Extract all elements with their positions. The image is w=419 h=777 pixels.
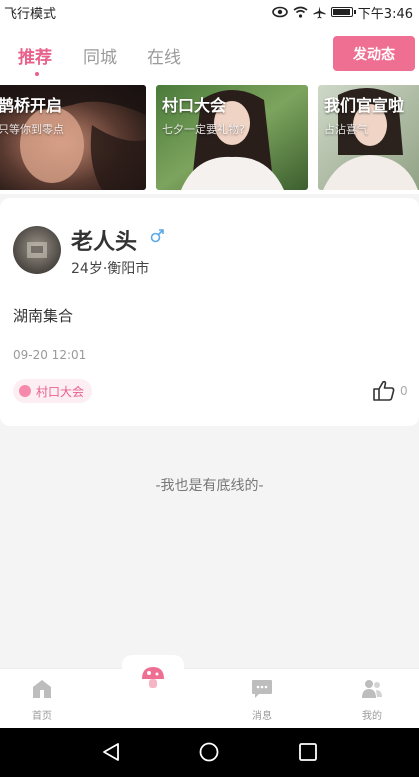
tab-same-city[interactable]: 同城 (83, 43, 117, 68)
post-card[interactable]: 老人头 24岁·衡阳市 湖南集合 09-20 12:01 村口大会 0 (0, 198, 419, 426)
tab-online[interactable]: 在线 (147, 43, 181, 68)
mushroom-icon (142, 667, 164, 688)
banner-subtitle: 占沾喜气 (324, 123, 368, 136)
back-icon[interactable] (101, 742, 121, 766)
tab-messages-label: 消息 (252, 711, 272, 722)
home-circle-icon[interactable] (199, 742, 219, 766)
topic-tag-label: 村口大会 (36, 384, 85, 399)
tab-recommend[interactable]: 推荐 (18, 43, 52, 68)
recent-apps-icon[interactable] (298, 742, 318, 766)
airplane-mode-text: 飞行模式 (4, 6, 57, 22)
male-gender-icon (150, 228, 164, 247)
banner-title: 村口大会 (162, 96, 227, 115)
status-bar: 飞行模式 下午3:46 (0, 0, 419, 24)
center-action-button[interactable] (122, 655, 184, 721)
clock-time: 下午3:46 (357, 6, 413, 22)
user-icon (362, 680, 382, 698)
banner-carousel: 鹊桥开启 只等你到零点 村口大会 七夕一定要礼物? 我们官宣啦 占沾喜气 (0, 84, 419, 194)
active-tab-indicator (35, 72, 39, 76)
banner-card[interactable]: 村口大会 七夕一定要礼物? (156, 85, 308, 190)
banner-card[interactable]: 鹊桥开启 只等你到零点 (0, 85, 146, 190)
banner-subtitle: 七夕一定要礼物? (162, 123, 245, 136)
tab-home[interactable]: 首页 (12, 679, 72, 722)
banner-title: 我们官宣啦 (324, 96, 405, 115)
post-content: 湖南集合 (13, 307, 74, 325)
home-icon (33, 680, 51, 698)
username[interactable]: 老人头 (71, 224, 137, 256)
chat-bubble-icon (252, 680, 272, 698)
banner-title: 鹊桥开启 (0, 96, 63, 115)
eye-icon (271, 6, 288, 18)
like-icon[interactable] (372, 379, 396, 407)
tab-mine[interactable]: 我的 (342, 679, 402, 722)
topic-tag[interactable]: 村口大会 (13, 379, 93, 403)
top-header: 推荐 同城 在线 发动态 (0, 24, 419, 84)
post-button[interactable]: 发动态 (333, 36, 415, 71)
airplane-icon (313, 6, 326, 19)
status-icons: 下午3:46 (271, 3, 413, 22)
avatar[interactable] (13, 226, 61, 274)
tab-home-label: 首页 (32, 711, 52, 722)
tab-mine-label: 我的 (362, 711, 382, 722)
end-of-list-text: -我也是有底线的- (155, 478, 264, 494)
battery-icon (330, 7, 356, 17)
banner-subtitle: 只等你到零点 (0, 123, 64, 136)
banner-card[interactable]: 我们官宣啦 占沾喜气 (318, 85, 419, 190)
wifi-icon (293, 6, 308, 18)
system-nav-bar (0, 728, 419, 777)
topic-icon (19, 385, 31, 397)
user-age-location: 24岁·衡阳市 (71, 261, 150, 277)
like-count: 0 (400, 384, 408, 398)
post-time: 09-20 12:01 (13, 348, 87, 362)
bottom-tab-bar: 首页 消息 我的 (0, 655, 419, 728)
tab-messages[interactable]: 消息 (232, 679, 292, 722)
